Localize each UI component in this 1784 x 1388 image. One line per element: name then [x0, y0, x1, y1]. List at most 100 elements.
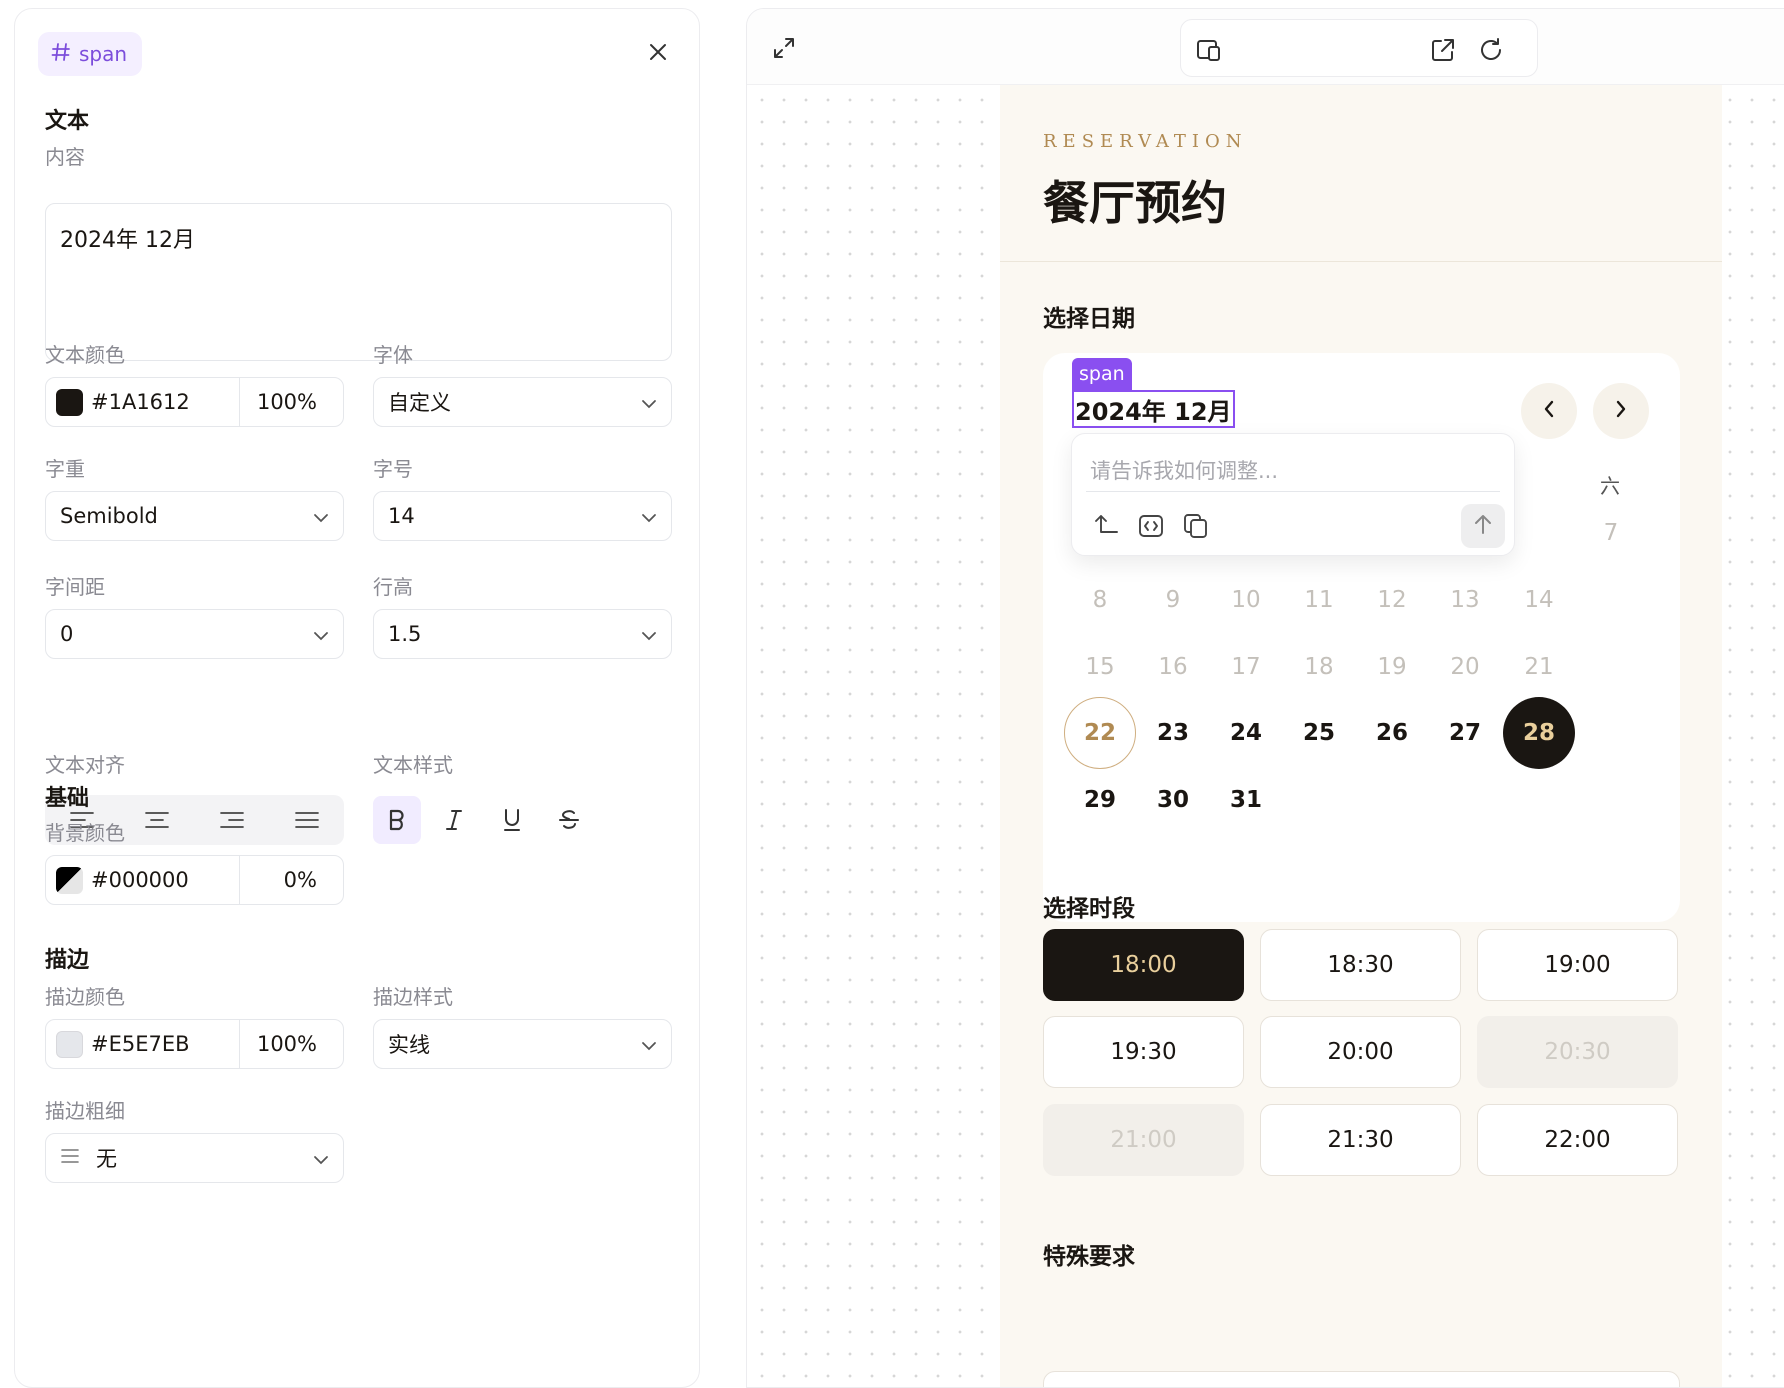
calendar-day[interactable]: 8	[1064, 564, 1136, 636]
strikethrough-icon[interactable]	[546, 796, 594, 844]
refresh-icon[interactable]	[1477, 36, 1505, 64]
close-icon	[649, 43, 667, 65]
time-slot[interactable]: 21:30	[1260, 1104, 1461, 1176]
italic-icon[interactable]	[431, 796, 479, 844]
time-slot-disabled: 21:00	[1043, 1104, 1244, 1176]
calendar-day[interactable]: 26	[1356, 697, 1428, 769]
font-weight-label: 字重	[45, 457, 85, 481]
font-size-select[interactable]: 14	[373, 491, 672, 541]
underline-icon[interactable]	[488, 796, 536, 844]
close-button[interactable]	[643, 39, 673, 69]
device-icon[interactable]	[1195, 36, 1223, 64]
font-family-select[interactable]: 自定义	[373, 377, 672, 427]
content-label: 内容	[45, 145, 85, 169]
stroke-style-select[interactable]: 实线	[373, 1019, 672, 1069]
chevron-down-icon	[313, 1146, 329, 1170]
text-color-opacity[interactable]: 100%	[239, 378, 343, 426]
calendar-card: span 2024年 12月 六 7 8 9 10 11 12 13 14 15…	[1043, 353, 1680, 922]
stroke-color-hex[interactable]: #E5E7EB	[91, 1032, 239, 1056]
section-title-text: 文本	[45, 109, 90, 134]
calendar-day[interactable]: 17	[1210, 631, 1282, 703]
calendar-day[interactable]: 19	[1356, 631, 1428, 703]
stroke-color-opacity[interactable]: 100%	[239, 1020, 343, 1068]
calendar-day[interactable]: 16	[1137, 631, 1209, 703]
font-family-value: 自定义	[388, 391, 451, 415]
selection-tag: span	[1072, 358, 1132, 390]
special-request-input[interactable]	[1043, 1371, 1680, 1387]
stroke-color-swatch[interactable]	[56, 1030, 83, 1058]
calendar-day[interactable]: 14	[1503, 564, 1575, 636]
text-style-group	[373, 795, 593, 845]
font-weight-value: Semibold	[60, 504, 158, 528]
font-weight-select[interactable]: Semibold	[45, 491, 344, 541]
calendar-day[interactable]: 30	[1137, 764, 1209, 836]
content-textarea[interactable]: 2024年 12月	[45, 203, 672, 361]
section-title-basic: 基础	[45, 786, 90, 811]
calendar-day[interactable]: 11	[1283, 564, 1355, 636]
chevron-down-icon	[641, 390, 657, 414]
calendar-day[interactable]: 25	[1283, 697, 1355, 769]
text-color-field[interactable]: #1A1612 100%	[45, 377, 344, 427]
page-kicker: RESERVATION	[1043, 131, 1248, 152]
time-slot[interactable]: 20:00	[1260, 1016, 1461, 1088]
inspector-panel: span 文本 内容 2024年 12月 文本颜色 字体 #1A1612 100…	[14, 8, 700, 1388]
calendar-day[interactable]: 15	[1064, 631, 1136, 703]
calendar-day[interactable]: 10	[1210, 564, 1282, 636]
code-icon[interactable]	[1137, 512, 1165, 540]
bg-color-swatch[interactable]	[56, 866, 83, 894]
calendar-day[interactable]: 7	[1575, 497, 1647, 569]
ai-send-button[interactable]	[1461, 504, 1505, 548]
calendar-day[interactable]: 27	[1429, 697, 1501, 769]
text-color-hex[interactable]: #1A1612	[91, 390, 239, 414]
calendar-day-today[interactable]: 22	[1064, 697, 1136, 769]
stroke-width-select[interactable]: 无	[45, 1133, 344, 1183]
calendar-day[interactable]: 24	[1210, 697, 1282, 769]
element-tag-label: span	[79, 42, 128, 66]
time-slot-selected[interactable]: 18:00	[1043, 929, 1244, 1001]
date-heading: 选择日期	[1043, 306, 1135, 332]
bold-icon[interactable]	[373, 796, 421, 844]
text-color-swatch[interactable]	[56, 388, 83, 416]
calendar-day[interactable]: 23	[1137, 697, 1209, 769]
calendar-day[interactable]: 20	[1429, 631, 1501, 703]
letter-spacing-label: 字间距	[45, 575, 105, 599]
calendar-day[interactable]: 18	[1283, 631, 1355, 703]
align-center-icon[interactable]	[133, 796, 181, 844]
stroke-width-value: 无	[96, 1147, 117, 1171]
time-heading: 选择时段	[1043, 896, 1135, 922]
calendar-day[interactable]: 29	[1064, 764, 1136, 836]
lines-icon	[60, 1146, 80, 1170]
copy-icon[interactable]	[1182, 512, 1210, 540]
calendar-day-selected[interactable]: 28	[1503, 697, 1575, 769]
letter-spacing-select[interactable]: 0	[45, 609, 344, 659]
time-slot[interactable]: 18:30	[1260, 929, 1461, 1001]
chevron-down-icon	[641, 504, 657, 528]
calendar-day[interactable]: 9	[1137, 564, 1209, 636]
time-slot[interactable]: 22:00	[1477, 1104, 1678, 1176]
time-slot[interactable]: 19:30	[1043, 1016, 1244, 1088]
align-right-icon[interactable]	[208, 796, 256, 844]
time-slot[interactable]: 19:00	[1477, 929, 1678, 1001]
calendar-day[interactable]: 21	[1503, 631, 1575, 703]
open-external-icon[interactable]	[1429, 36, 1457, 64]
calendar-day[interactable]: 13	[1429, 564, 1501, 636]
ai-prompt-input[interactable]: 请告诉我如何调整...	[1086, 448, 1500, 492]
expand-icon[interactable]	[771, 35, 797, 61]
line-height-select[interactable]: 1.5	[373, 609, 672, 659]
stroke-color-label: 描边颜色	[45, 985, 125, 1009]
next-month-button[interactable]	[1593, 383, 1649, 439]
align-justify-icon[interactable]	[283, 796, 331, 844]
chevron-down-icon	[641, 1032, 657, 1056]
preview-panel: RESERVATION 餐厅预约 选择日期 span 2024年 12月 六 7…	[746, 8, 1784, 1388]
hash-icon	[51, 42, 71, 67]
bg-color-opacity[interactable]: 0%	[239, 856, 343, 904]
bg-color-field[interactable]: #000000 0%	[45, 855, 344, 905]
stroke-color-field[interactable]: #E5E7EB 100%	[45, 1019, 344, 1069]
calendar-month[interactable]: 2024年 12月	[1072, 390, 1235, 428]
bg-color-hex[interactable]: #000000	[91, 868, 239, 892]
calendar-day[interactable]: 31	[1210, 764, 1282, 836]
chevron-down-icon	[313, 504, 329, 528]
calendar-day[interactable]: 12	[1356, 564, 1428, 636]
select-parent-icon[interactable]	[1092, 512, 1120, 540]
prev-month-button[interactable]	[1521, 383, 1577, 439]
